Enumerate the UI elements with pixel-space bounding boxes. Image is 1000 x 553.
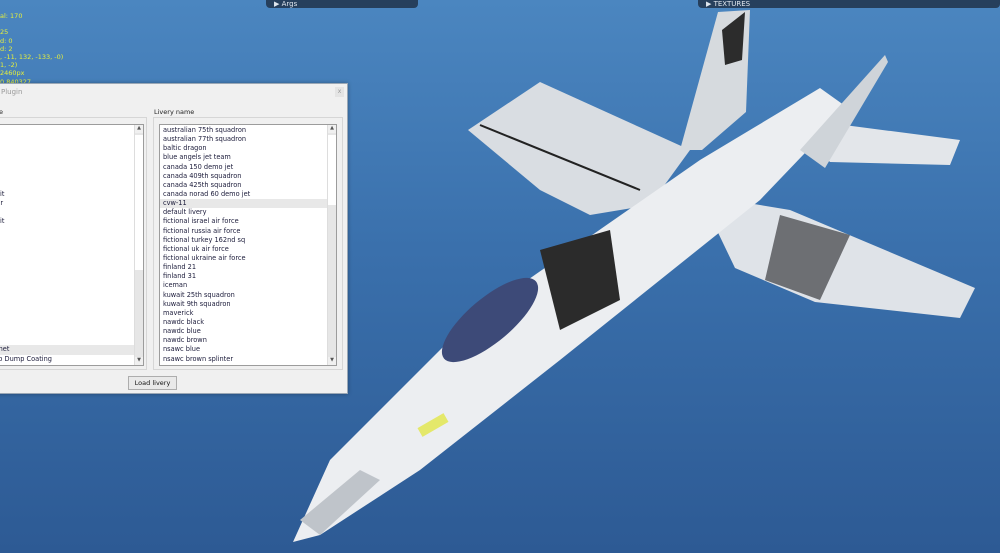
list-item[interactable]: baltic dragon: [160, 144, 336, 153]
livery-plugin-dialog: Plugin x e Livery name kpiti-grkpit:a02d…: [0, 83, 348, 394]
list-item[interactable]: nawdc black: [160, 318, 336, 327]
list-item[interactable]: 0: [0, 281, 143, 290]
list-item[interactable]: canada 425th squadron: [160, 181, 336, 190]
list-item[interactable]: re: [0, 336, 143, 345]
list-item[interactable]: [0, 181, 143, 190]
list-item[interactable]: [0, 153, 143, 162]
list-item[interactable]: nawdc blue: [160, 327, 336, 336]
debug-line: 25: [0, 28, 9, 37]
aircraft-list[interactable]: kpiti-grkpit:a02dreornetmo Dump Coating …: [0, 124, 144, 366]
list-item[interactable]: [0, 144, 143, 153]
list-item[interactable]: finland 21: [160, 263, 336, 272]
textures-panel-header[interactable]: ▶ TEXTURES: [698, 0, 1000, 8]
list-item[interactable]: fictional israel air force: [160, 217, 336, 226]
debug-line: , -11, 132, -133, -0): [0, 52, 64, 61]
list-item[interactable]: kuwait 25th squadron: [160, 291, 336, 300]
list-item[interactable]: canada norad 60 demo jet: [160, 190, 336, 199]
list-item[interactable]: default livery: [160, 208, 336, 217]
expand-arrow-icon: ▶: [706, 0, 714, 8]
list-item[interactable]: kpit: [0, 190, 143, 199]
list-item[interactable]: fictional russia air force: [160, 227, 336, 236]
scroll-down-icon[interactable]: ▼: [328, 357, 336, 365]
list-item[interactable]: [0, 172, 143, 181]
debug-overlay: al: 170 25 d: 0 d: 2, -11, 132, -133, -0) 1,…: [0, 12, 63, 86]
list-item[interactable]: maverick: [160, 309, 336, 318]
debug-line: [0, 20, 63, 28]
debug-line: al: 170: [0, 12, 23, 20]
scroll-up-icon[interactable]: ▲: [135, 125, 143, 133]
list-item[interactable]: nawdc brown: [160, 336, 336, 345]
list-item[interactable]: 2d: [0, 291, 143, 300]
list-item[interactable]: [0, 163, 143, 172]
list-item[interactable]: canada 409th squadron: [160, 172, 336, 181]
aircraft-model: [293, 10, 975, 542]
list-item[interactable]: canada 150 demo jet: [160, 163, 336, 172]
list-item[interactable]: [0, 254, 143, 263]
list-item[interactable]: [0, 300, 143, 309]
livery-list[interactable]: australian 75th squadron australian 77th …: [159, 124, 337, 366]
list-item[interactable]: finland 31: [160, 272, 336, 281]
list-item[interactable]: [0, 327, 143, 336]
debug-line: 1, -2): [0, 61, 18, 70]
list-item[interactable]: i-gr: [0, 199, 143, 208]
list-item[interactable]: iceman: [160, 281, 336, 290]
list-item[interactable]: [0, 126, 143, 135]
list-item[interactable]: a: [0, 272, 143, 281]
list-item[interactable]: fictional uk air force: [160, 245, 336, 254]
debug-line: 2460px: [0, 69, 25, 78]
list-item[interactable]: kuwait 9th squadron: [160, 300, 336, 309]
list-item[interactable]: ornet: [0, 345, 143, 355]
list-item[interactable]: [0, 208, 143, 217]
scrollbar[interactable]: ▲ ▼: [134, 125, 143, 365]
scrollbar[interactable]: ▲ ▼: [327, 125, 336, 365]
dialog-title: Plugin: [1, 88, 23, 96]
scroll-thumb[interactable]: [328, 135, 336, 205]
close-button[interactable]: x: [335, 87, 344, 97]
list-item[interactable]: [0, 318, 143, 327]
list-item[interactable]: mo Dump Coating: [0, 355, 143, 364]
list-item[interactable]: [0, 227, 143, 236]
list-item[interactable]: [0, 236, 143, 245]
debug-line: d: 0: [0, 36, 13, 45]
scroll-down-icon[interactable]: ▼: [135, 357, 143, 365]
list-item[interactable]: fictional ukraine air force: [160, 254, 336, 263]
args-panel-header[interactable]: ▶ Args: [266, 0, 418, 8]
list-item[interactable]: cvw-11: [160, 199, 336, 209]
list-item[interactable]: kpit: [0, 217, 143, 226]
left-list-header: e: [0, 108, 3, 116]
scroll-thumb[interactable]: [135, 135, 143, 270]
args-label: Args: [281, 0, 298, 8]
livery-name-header: Livery name: [154, 108, 195, 116]
list-item[interactable]: [0, 263, 143, 272]
list-item[interactable]: [0, 309, 143, 318]
list-item[interactable]: blue angels jet team: [160, 153, 336, 162]
expand-arrow-icon: ▶: [274, 0, 282, 8]
list-item[interactable]: [0, 135, 143, 144]
list-item[interactable]: australian 75th squadron: [160, 126, 336, 135]
debug-line: d: 2: [0, 44, 13, 53]
list-item[interactable]: australian 77th squadron: [160, 135, 336, 144]
list-item[interactable]: :: [0, 245, 143, 254]
load-livery-button[interactable]: Load livery: [128, 376, 177, 390]
textures-label: TEXTURES: [713, 0, 751, 8]
scroll-up-icon[interactable]: ▲: [328, 125, 336, 133]
list-item[interactable]: nsawc blue: [160, 345, 336, 354]
list-item[interactable]: nsawc brown splinter: [160, 355, 336, 364]
list-item[interactable]: fictional turkey 162nd sq: [160, 236, 336, 245]
